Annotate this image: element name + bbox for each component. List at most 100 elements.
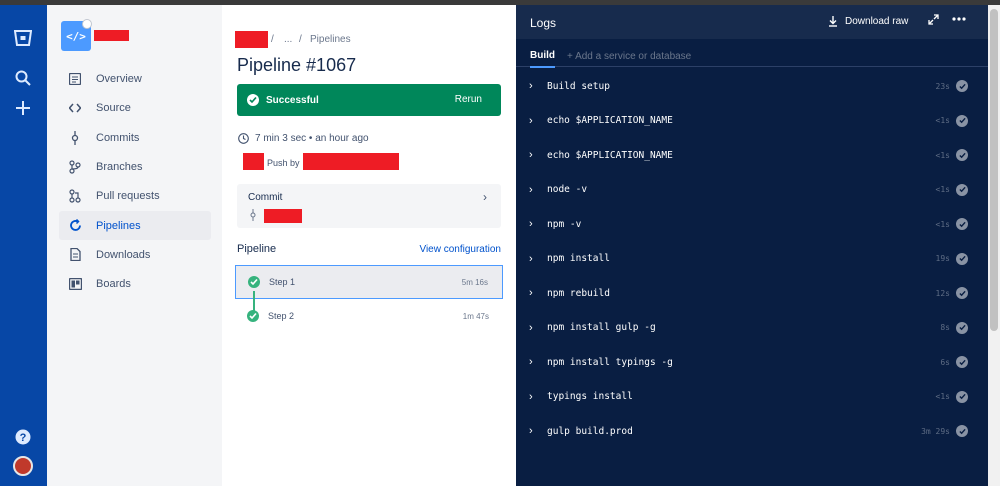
add-service-link[interactable]: + Add a service or database (567, 51, 691, 62)
create-icon[interactable] (12, 97, 34, 119)
log-step-row[interactable]: › echo $APPLICATION_NAME <1s (516, 143, 988, 167)
log-duration: <1s (935, 116, 950, 125)
tab-build[interactable]: Build (530, 50, 555, 68)
status-label: Successful (266, 94, 319, 106)
chevron-right-icon: › (529, 287, 533, 299)
step-success-icon (247, 310, 259, 322)
page-title: Pipeline #1067 (237, 55, 357, 75)
log-step-row[interactable]: › node -v <1s (516, 178, 988, 202)
overview-icon (68, 72, 82, 86)
project-sidebar: </> Overview Source Commits Branches Pul… (47, 5, 222, 486)
sidebar-item-commits[interactable]: Commits (59, 123, 211, 152)
chevron-right-icon: › (529, 252, 533, 265)
sidebar-item-label: Downloads (96, 248, 151, 261)
log-duration: 12s (935, 288, 950, 298)
status-banner: Successful Rerun (237, 84, 501, 116)
check-icon (956, 356, 968, 368)
sidebar-item-pull-requests[interactable]: Pull requests (59, 181, 211, 210)
download-raw-button[interactable]: Download raw (828, 16, 908, 27)
chevron-right-icon: › (529, 321, 533, 334)
step-duration: 5m 16s (461, 277, 488, 287)
step-success-icon (248, 276, 260, 288)
breadcrumb-separator: / (271, 34, 274, 45)
svg-text:?: ? (20, 432, 27, 444)
sidebar-item-label: Overview (96, 72, 142, 85)
pipeline-step[interactable]: Step 1 5m 16s (235, 265, 503, 299)
global-nav: ? (0, 5, 47, 486)
pipelines-icon (68, 219, 82, 233)
help-icon[interactable]: ? (12, 426, 34, 448)
sidebar-item-label: Commits (96, 131, 140, 144)
commit-card[interactable]: Commit › (237, 184, 501, 228)
log-duration: 3m 29s (921, 426, 950, 436)
sidebar-item-label: Pull requests (96, 189, 160, 202)
log-command: npm rebuild (547, 287, 610, 299)
redacted-breadcrumb-project (235, 31, 268, 48)
breadcrumb-ellipsis[interactable]: ... (284, 34, 292, 45)
search-icon[interactable] (12, 67, 34, 89)
log-step-row[interactable]: › typings install <1s (516, 385, 988, 409)
log-command: typings install (547, 391, 633, 402)
chevron-right-icon: › (529, 183, 533, 196)
step-duration: 1m 47s (462, 311, 489, 321)
pipeline-duration: 7 min 3 sec • an hour ago (238, 133, 369, 144)
sidebar-item-overview[interactable]: Overview (59, 64, 211, 93)
sidebar-item-source[interactable]: Source (59, 93, 211, 122)
chevron-right-icon: › (529, 218, 533, 230)
boards-icon (68, 277, 82, 291)
log-duration: 23s (935, 81, 950, 91)
log-step-row[interactable]: › echo $APPLICATION_NAME <1s (516, 109, 988, 133)
log-step-row[interactable]: › npm install gulp -g 8s (516, 316, 988, 340)
redacted-user-avatar (243, 153, 264, 170)
log-command: echo $APPLICATION_NAME (547, 115, 673, 126)
check-icon (956, 252, 968, 265)
log-command: Build setup (547, 80, 610, 92)
chevron-right-icon: › (529, 149, 533, 161)
log-duration: <1s (935, 185, 950, 194)
chevron-right-icon: › (529, 425, 533, 437)
redacted-user-name (303, 153, 399, 170)
push-by-label: Push by (267, 158, 300, 168)
log-step-row[interactable]: › Build setup 23s (516, 74, 988, 98)
rerun-button[interactable]: Rerun (455, 94, 482, 105)
user-avatar[interactable] (13, 456, 33, 476)
pull-requests-icon (68, 188, 82, 203)
check-icon (956, 218, 968, 230)
sidebar-item-pipelines[interactable]: Pipelines (59, 211, 211, 240)
log-duration: <1s (935, 219, 950, 229)
log-duration: 6s (940, 357, 950, 367)
check-icon (956, 183, 968, 196)
sidebar-item-boards[interactable]: Boards (59, 269, 211, 298)
log-command: npm install (547, 253, 610, 264)
check-icon (956, 114, 968, 127)
sidebar-item-label: Boards (96, 277, 131, 290)
scrollbar-thumb[interactable] (990, 9, 998, 331)
downloads-icon (68, 248, 82, 262)
redacted-repo-name (94, 30, 129, 41)
logs-tabs: Build + Add a service or database (516, 43, 988, 68)
breadcrumb-separator: / (299, 34, 302, 45)
logs-header: Logs Download raw (516, 5, 988, 39)
log-command: npm -v (547, 218, 582, 230)
log-step-row[interactable]: › npm install 19s (516, 247, 988, 271)
bitbucket-logo-icon[interactable] (12, 27, 34, 49)
pipeline-section-title: Pipeline (237, 243, 277, 255)
sidebar-item-label: Branches (96, 160, 143, 173)
log-step-row[interactable]: › npm -v <1s (516, 212, 988, 236)
log-step-row[interactable]: › gulp build.prod 3m 29s (516, 419, 988, 443)
redacted-commit-hash (264, 209, 302, 223)
breadcrumb-pipelines[interactable]: Pipelines (310, 34, 351, 45)
sidebar-item-downloads[interactable]: Downloads (59, 240, 211, 269)
pipeline-step[interactable]: Step 2 1m 47s (235, 299, 503, 333)
sidebar-item-branches[interactable]: Branches (59, 152, 211, 181)
view-configuration-link[interactable]: View configuration (419, 244, 501, 255)
expand-icon[interactable] (928, 14, 939, 28)
page-scrollbar[interactable] (988, 5, 1000, 486)
clock-icon (238, 133, 249, 144)
log-step-row[interactable]: › npm rebuild 12s (516, 281, 988, 305)
log-duration: <1s (935, 392, 950, 401)
more-options-icon[interactable] (952, 12, 966, 29)
check-icon (956, 321, 968, 334)
log-step-row[interactable]: › npm install typings -g 6s (516, 350, 988, 374)
success-check-icon (247, 94, 259, 106)
